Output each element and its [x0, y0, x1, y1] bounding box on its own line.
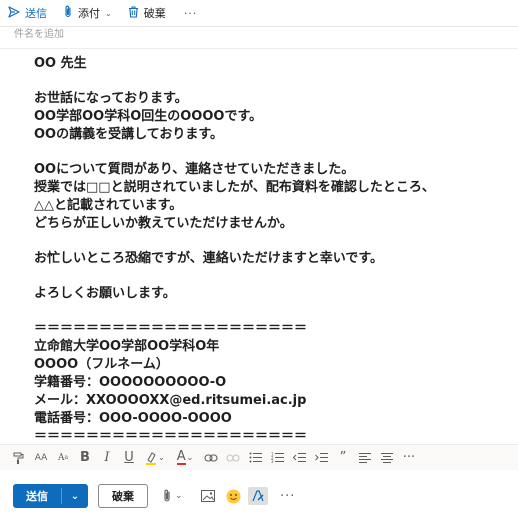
unlink-icon[interactable]	[222, 447, 244, 469]
more-format-button[interactable]: ···	[398, 447, 420, 469]
body-line: 授業では□□と説明されていましたが、配布資料を確認したところ、	[34, 180, 435, 195]
body-line: よろしくお願いします。	[34, 286, 176, 301]
top-toolbar: 送信 添付 ⌄ 破棄 ···	[0, 0, 518, 26]
increase-indent-icon[interactable]	[310, 447, 332, 469]
body-line: OO 先生	[34, 56, 87, 71]
align-left-icon[interactable]	[354, 447, 376, 469]
body-line: 立命館大学OO学部OO学科O年	[34, 339, 220, 354]
body-blank-line	[34, 303, 510, 320]
insert-picture-icon[interactable]	[201, 487, 215, 505]
body-line: ＝＝＝＝＝＝＝＝＝＝＝＝＝＝＝＝＝＝＝＝＝	[34, 429, 308, 444]
bullet-list-icon[interactable]	[244, 447, 266, 469]
font-color-button[interactable]: A ⌄	[170, 447, 200, 469]
superscript-button[interactable]: Aa	[52, 447, 74, 469]
body-line: OO学部OO学科O回生のOOOOです。	[34, 109, 263, 124]
numbered-list-icon[interactable]: 123	[266, 447, 288, 469]
link-icon[interactable]	[200, 447, 222, 469]
body-line: メール：XXOOOOXX@ed.ritsumei.ac.jp	[34, 393, 307, 408]
paperclip-icon	[164, 489, 170, 502]
discard-toolbar-label: 破棄	[143, 7, 166, 20]
body-line: OOについて質問があり、連絡させていただきました。	[34, 162, 355, 177]
chevron-down-icon: ⌄	[158, 453, 165, 462]
body-blank-line	[34, 233, 510, 250]
body-line: 電話番号：OOO-OOOO-OOOO	[34, 411, 232, 426]
discard-toolbar-button[interactable]: 破棄	[128, 5, 166, 21]
body-line: 学籍番号：OOOOOOOOOO-O	[34, 375, 227, 390]
body-line: ＝＝＝＝＝＝＝＝＝＝＝＝＝＝＝＝＝＝＝＝＝	[34, 321, 308, 336]
body-blank-line	[34, 144, 510, 161]
editor-icon[interactable]	[248, 487, 268, 505]
chevron-down-icon: ⌄	[175, 491, 183, 501]
trash-icon	[128, 5, 139, 21]
action-bar: 送信 ⌄ 破棄 ⌄ ···	[0, 474, 518, 518]
bold-button[interactable]: B	[74, 447, 96, 469]
emoji-icon[interactable]	[226, 487, 241, 505]
body-line: お忙しいところ恐縮ですが、連絡いただけますと幸いです。	[34, 251, 384, 266]
send-icon	[8, 5, 20, 21]
message-body[interactable]: OO 先生お世話になっております。 OO学部OO学科O回生のOOOOです。 OOの講…	[34, 55, 510, 445]
body-line: OOOO（フルネーム）	[34, 357, 169, 372]
body-line: お世話になっております。	[34, 91, 188, 106]
paperclip-icon	[63, 5, 73, 21]
body-blank-line	[34, 268, 510, 285]
send-button-label: 送信	[26, 490, 48, 503]
underline-button[interactable]: U	[118, 447, 140, 469]
chevron-down-icon: ⌄	[186, 453, 194, 462]
send-button[interactable]: 送信 ⌄	[13, 484, 88, 508]
body-line: △△と記載されています。	[34, 198, 183, 213]
send-toolbar-button[interactable]: 送信	[8, 5, 47, 21]
more-options-button[interactable]: ···	[184, 7, 198, 20]
attach-toolbar-label: 添付	[78, 7, 100, 20]
discard-button[interactable]: 破棄	[98, 484, 148, 508]
format-toolbar: AA Aa B I U ⌄ A ⌄ 123 ” ···	[0, 444, 518, 470]
chevron-down-icon: ⌄	[105, 8, 112, 18]
body-line: どちらが正しいか教えていただけませんか。	[34, 216, 293, 231]
decrease-indent-icon[interactable]	[288, 447, 310, 469]
highlight-button[interactable]: ⌄	[140, 447, 170, 469]
attach-toolbar-button[interactable]: 添付 ⌄	[63, 5, 112, 21]
svg-text:3: 3	[271, 459, 274, 463]
format-painter-icon[interactable]	[8, 447, 30, 469]
font-size-button[interactable]: AA	[30, 447, 52, 469]
attach-file-button[interactable]: ⌄	[162, 487, 183, 505]
align-center-icon[interactable]	[376, 447, 398, 469]
italic-button[interactable]: I	[96, 447, 118, 469]
subject-input[interactable]	[14, 27, 504, 41]
more-actions-button[interactable]: ···	[280, 487, 295, 505]
body-line: OOの講義を受講しております。	[34, 127, 224, 142]
subject-divider	[0, 48, 518, 49]
body-blank-line	[34, 73, 510, 90]
font-color-label: A	[176, 448, 186, 465]
send-toolbar-label: 送信	[25, 7, 47, 20]
chevron-down-icon[interactable]: ⌄	[62, 491, 88, 502]
quote-button[interactable]: ”	[332, 447, 354, 469]
